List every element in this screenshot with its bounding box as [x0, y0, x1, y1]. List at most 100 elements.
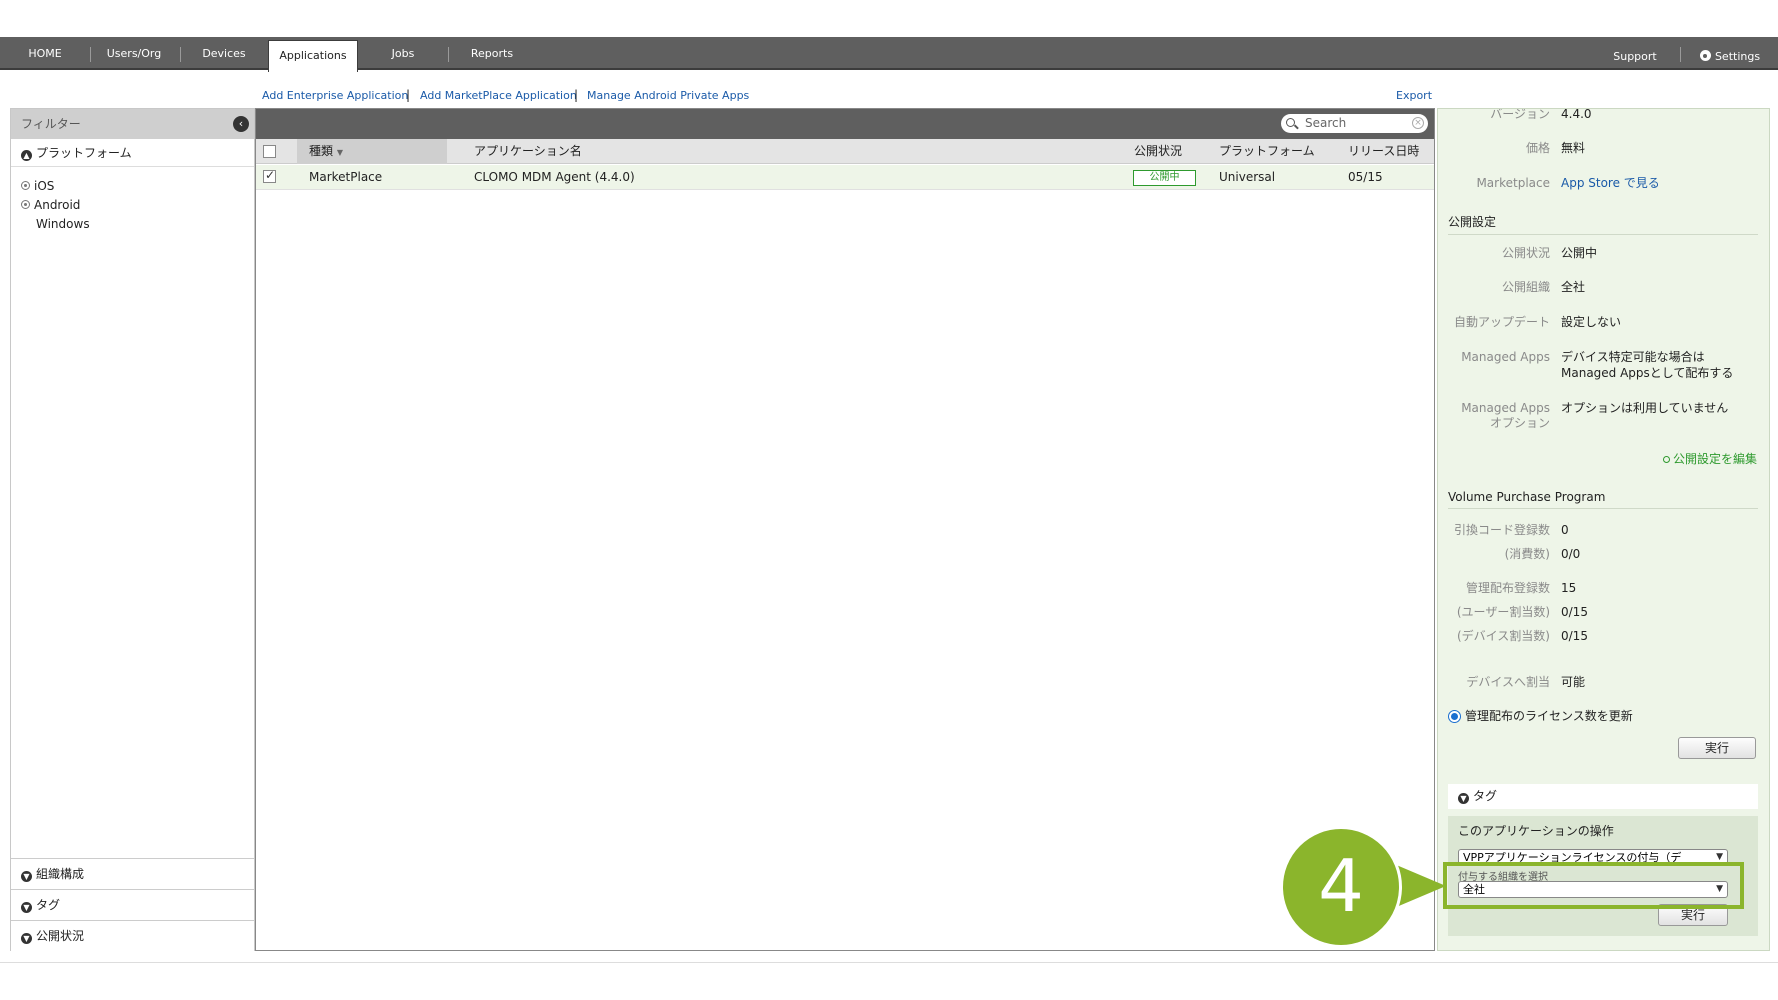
chevron-down-icon: ▼ — [21, 871, 32, 882]
managed-apps-value-2: Managed Appsとして配布する — [1561, 366, 1734, 380]
managed-apps-value-1: デバイス特定可能な場合は — [1561, 350, 1705, 364]
auto-update-label: 自動アップデート — [1453, 315, 1550, 329]
managed-apps-option-label-1: Managed Apps — [1461, 401, 1550, 415]
col-type[interactable]: 種類 ▼ — [297, 139, 447, 164]
nav-reports[interactable]: Reports — [456, 37, 528, 70]
platform-ios[interactable]: iOS — [21, 179, 54, 193]
tag-panel-label: タグ — [1473, 789, 1498, 803]
platform-section-header[interactable]: ▲ プラットフォーム — [11, 139, 254, 167]
publish-status-section[interactable]: ▼ 公開状況 — [11, 920, 254, 950]
platform-windows-label: Windows — [36, 217, 90, 231]
publish-org-value: 全社 — [1561, 280, 1586, 294]
managed-apps-option-label-2: オプション — [1489, 416, 1550, 430]
managed-dist-count-value: 15 — [1561, 581, 1577, 595]
edit-publish-settings-link[interactable]: 公開設定を編集 — [1662, 450, 1757, 467]
platform-android-label: Android — [34, 198, 81, 212]
platform-android[interactable]: Android — [21, 198, 80, 212]
filter-title: フィルター — [21, 117, 81, 131]
app-detail-panel: バージョン 4.4.0 価格 無料 Marketplace App Store … — [1437, 108, 1770, 951]
col-release[interactable]: リリース日時 — [1348, 139, 1419, 164]
nav-divider — [90, 47, 91, 62]
status-badge: 公開中 — [1133, 170, 1196, 186]
tag-panel-header[interactable]: ▼ タグ — [1448, 784, 1758, 809]
chevron-down-icon: ▼ — [21, 902, 32, 913]
platform-section-label: プラットフォーム — [36, 146, 132, 160]
cell-platform: Universal — [1219, 170, 1276, 184]
publish-org-label: 公開組織 — [1501, 280, 1550, 294]
add-enterprise-app-link[interactable]: Add Enterprise Application — [262, 89, 408, 102]
row-checkbox[interactable] — [263, 168, 276, 183]
collapse-left-icon[interactable]: ‹ — [233, 116, 249, 132]
table-row[interactable]: MarketPlace CLOMO MDM Agent (4.4.0) 公開中 … — [256, 165, 1434, 190]
consumed-count-label: (消費数) — [1504, 547, 1550, 561]
radio-icon — [21, 200, 30, 209]
device-assigned-label: (デバイス割当数) — [1456, 629, 1550, 643]
footer-divider — [0, 962, 1778, 963]
gear-icon — [1699, 50, 1711, 61]
nav-divider — [448, 47, 449, 62]
col-status[interactable]: 公開状況 — [1134, 139, 1182, 164]
nav-settings[interactable]: Settings — [1690, 40, 1770, 73]
operations-title: このアプリケーションの操作 — [1458, 824, 1614, 838]
marketplace-label: Marketplace — [1476, 176, 1550, 190]
add-marketplace-app-link[interactable]: Add MarketPlace Application — [420, 89, 577, 102]
device-assigned-value: 0/15 — [1561, 629, 1588, 643]
publish-status-label: 公開状況 — [1501, 246, 1550, 260]
vpp-heading: Volume Purchase Program — [1448, 490, 1758, 509]
tag-section[interactable]: ▼ タグ — [11, 889, 254, 919]
publish-settings-heading: 公開設定 — [1448, 213, 1758, 235]
chevron-down-icon: ▼ — [21, 933, 32, 944]
nav-devices[interactable]: Devices — [188, 37, 260, 70]
search-placeholder: Search — [1305, 116, 1347, 130]
edit-icon — [1662, 456, 1670, 463]
redeem-code-count-value: 0 — [1561, 523, 1569, 537]
managed-apps-option-value: オプションは利用していません — [1561, 401, 1729, 415]
license-update-radio[interactable] — [1448, 710, 1461, 723]
user-assigned-value: 0/15 — [1561, 605, 1588, 619]
chevron-up-icon: ▲ — [21, 150, 32, 161]
nav-home[interactable]: HOME — [14, 37, 76, 70]
managed-apps-label: Managed Apps — [1461, 350, 1550, 364]
consumed-count-value: 0/0 — [1561, 547, 1581, 561]
edit-publish-settings-label: 公開設定を編集 — [1672, 452, 1757, 466]
tag-section-label: タグ — [36, 898, 61, 912]
top-nav-bar: HOME Users/Org Devices Applications Jobs… — [0, 37, 1778, 73]
publish-status-value: 公開中 — [1561, 246, 1598, 260]
app-store-link[interactable]: App Store で見る — [1561, 176, 1660, 191]
version-value: 4.4.0 — [1561, 108, 1592, 121]
search-icon — [1286, 118, 1295, 127]
org-structure-label: 組織構成 — [36, 867, 85, 881]
chevron-down-icon: ▼ — [1458, 793, 1469, 804]
nav-jobs[interactable]: Jobs — [368, 37, 438, 70]
sort-down-icon: ▼ — [336, 148, 343, 157]
price-label: 価格 — [1525, 141, 1550, 155]
filter-header: フィルター ‹ — [11, 109, 254, 139]
license-update-label: 管理配布のライセンス数を更新 — [1465, 709, 1633, 723]
export-link[interactable]: Export — [1396, 89, 1432, 102]
platform-windows[interactable]: Windows — [36, 217, 90, 231]
cell-app-name: CLOMO MDM Agent (4.4.0) — [474, 170, 635, 184]
select-all-checkbox[interactable] — [263, 145, 276, 158]
link-separator: | — [574, 88, 579, 102]
nav-applications[interactable]: Applications — [268, 40, 358, 72]
org-structure-section[interactable]: ▼ 組織構成 — [11, 858, 254, 888]
col-platform[interactable]: プラットフォーム — [1219, 139, 1315, 164]
nav-users-org[interactable]: Users/Org — [98, 37, 170, 70]
search-input[interactable]: Search × — [1281, 114, 1428, 133]
filter-body: ▲ プラットフォーム iOS Android Windows ▼ 組織構成 ▼ タグ … — [11, 139, 254, 967]
highlight-frame — [1443, 862, 1744, 909]
settings-label: Settings — [1714, 50, 1761, 63]
cell-release: 05/15 — [1348, 170, 1383, 184]
platform-ios-label: iOS — [34, 179, 55, 193]
filter-panel: フィルター ‹ ▲ プラットフォーム iOS Android Windows ▼ 組… — [10, 108, 255, 967]
device-assign-value: 可能 — [1561, 675, 1586, 689]
step-number-badge: 4 — [1280, 826, 1402, 948]
list-toolbar: Search × — [256, 109, 1434, 139]
redeem-code-count-label: 引換コード登録数 — [1453, 523, 1550, 537]
manage-android-private-apps-link[interactable]: Manage Android Private Apps — [587, 89, 749, 102]
col-app-name[interactable]: アプリケーション名 — [474, 139, 582, 164]
clear-icon[interactable]: × — [1412, 117, 1424, 129]
price-value: 無料 — [1561, 141, 1586, 155]
run-button[interactable]: 実行 — [1678, 737, 1756, 759]
nav-support[interactable]: Support — [1604, 40, 1666, 73]
